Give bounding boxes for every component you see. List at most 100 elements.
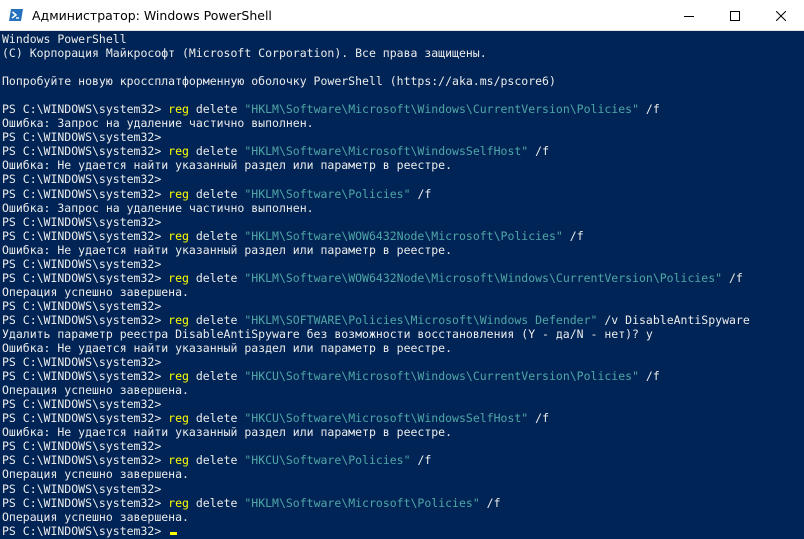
command-switches: /f (479, 495, 501, 510)
console-line: Ошибка: Запрос на удаление частично выпо… (2, 201, 804, 215)
window-controls (666, 0, 804, 31)
output-text: Ошибка: Не удается найти указанный разде… (2, 242, 453, 257)
console-line: Операция успешно завершена. (2, 467, 804, 481)
prompt-text: PS C:\WINDOWS\system32> (2, 270, 169, 285)
output-text: PS C:\WINDOWS\system32> (2, 355, 162, 370)
console-line: PS C:\WINDOWS\system32> reg delete "HKLM… (2, 102, 804, 116)
console-line: PS C:\WINDOWS\system32> reg delete "HKLM… (2, 496, 804, 510)
prompt-text: PS C:\WINDOWS\system32> (2, 144, 169, 159)
console-line: PS C:\WINDOWS\system32> (2, 439, 804, 453)
output-text: PS C:\WINDOWS\system32> (2, 214, 162, 229)
command-name: reg (168, 312, 189, 327)
minimize-button[interactable] (666, 0, 712, 31)
console-line: PS C:\WINDOWS\system32> reg delete "HKCU… (2, 411, 804, 425)
output-text: PS C:\WINDOWS\system32> (2, 439, 162, 454)
window-title: Администратор: Windows PowerShell (32, 7, 272, 23)
command-name: reg (168, 270, 189, 285)
maximize-button[interactable] (712, 0, 758, 31)
command-args: delete (188, 102, 245, 117)
output-text: Операция успешно завершена. (2, 467, 189, 482)
command-name: reg (168, 453, 189, 468)
command-args: delete (188, 411, 245, 426)
prompt-text: PS C:\WINDOWS\system32> (2, 369, 169, 384)
command-name: reg (168, 495, 189, 510)
output-text: Ошибка: Не удается найти указанный разде… (2, 341, 453, 356)
output-text: PS C:\WINDOWS\system32> (2, 397, 162, 412)
command-name: reg (168, 186, 189, 201)
command-args: delete (188, 312, 245, 327)
command-name: reg (168, 102, 189, 117)
console-line: Ошибка: Не удается найти указанный разде… (2, 243, 804, 257)
command-switches: /f (528, 411, 549, 426)
command-name: reg (168, 411, 189, 426)
prompt-text: PS C:\WINDOWS\system32> (2, 312, 169, 327)
powershell-icon (9, 9, 23, 21)
command-switches: /f (410, 453, 432, 468)
console-line: (C) Корпорация Майкрософт (Microsoft Cor… (2, 46, 804, 60)
console-line: PS C:\WINDOWS\system32> (2, 172, 804, 186)
command-switches: /f (639, 369, 660, 384)
console-line: PS C:\WINDOWS\system32> (2, 299, 804, 313)
console-line: PS C:\WINDOWS\system32> (2, 257, 804, 271)
console-line: PS C:\WINDOWS\system32> reg delete "HKCU… (2, 369, 804, 383)
prompt-text: PS C:\WINDOWS\system32> (2, 102, 169, 117)
console-output[interactable]: Windows PowerShell (C) Корпорация Майкрос… (0, 31, 804, 539)
command-name: reg (168, 369, 189, 384)
output-text: (C) Корпорация Майкрософт (Microsoft Cor… (2, 46, 487, 61)
command-args: delete (188, 186, 245, 201)
console-line: PS C:\WINDOWS\system32> (2, 130, 804, 144)
prompt-text: PS C:\WINDOWS\system32> (2, 411, 169, 426)
command-args: delete (188, 270, 245, 285)
console-line: Операция успешно завершена. (2, 383, 804, 397)
output-text: Ошибка: Запрос на удаление частично выпо… (2, 116, 314, 131)
registry-path: "HKCU\Software\Microsoft\WindowsSelfHost… (244, 411, 529, 426)
output-text: Ошибка: Не удается найти указанный разде… (2, 158, 453, 173)
command-switches: /f (639, 102, 660, 117)
output-text: PS C:\WINDOWS\system32> (2, 172, 162, 187)
output-text: PS C:\WINDOWS\system32> (2, 130, 162, 145)
prompt-text: PS C:\WINDOWS\system32> (2, 523, 169, 538)
console-line: PS C:\WINDOWS\system32> reg delete "HKLM… (2, 229, 804, 243)
command-args: delete (188, 369, 245, 384)
command-switches: /f (528, 144, 549, 159)
command-args: delete (188, 453, 245, 468)
command-args: delete (188, 228, 245, 243)
console-line: PS C:\WINDOWS\system32> (2, 482, 804, 496)
command-args: delete (188, 495, 245, 510)
command-switches: /f (562, 228, 584, 243)
console-line: Ошибка: Не удается найти указанный разде… (2, 158, 804, 172)
console-line: PS C:\WINDOWS\system32> reg delete "HKLM… (2, 271, 804, 285)
command-name: reg (168, 228, 189, 243)
title-bar[interactable]: Администратор: Windows PowerShell (0, 0, 804, 31)
console-line: Ошибка: Не удается найти указанный разде… (2, 341, 804, 355)
output-text: Операция успешно завершена. (2, 509, 189, 524)
registry-path: "HKLM\SOFTWARE\Policies\Microsoft\Window… (244, 312, 598, 327)
console-line: PS C:\WINDOWS\system32> (2, 397, 804, 411)
prompt-text: PS C:\WINDOWS\system32> (2, 186, 169, 201)
console-line: PS C:\WINDOWS\system32> reg delete "HKCU… (2, 453, 804, 467)
registry-path: "HKCU\Software\Microsoft\Windows\Current… (244, 369, 639, 384)
console-line: Попробуйте новую кроссплатформенную обол… (2, 74, 804, 88)
prompt-text: PS C:\WINDOWS\system32> (2, 495, 169, 510)
output-text: Операция успешно завершена. (2, 284, 189, 299)
close-button[interactable] (758, 0, 804, 31)
command-switches: /f (722, 270, 743, 285)
output-text: Ошибка: Запрос на удаление частично выпо… (2, 200, 314, 215)
output-text: Попробуйте новую кроссплатформенную обол… (2, 74, 556, 89)
registry-path: "HKLM\Software\Microsoft\WindowsSelfHost… (244, 144, 529, 159)
console-line: Удалить параметр реестра DisableAntiSpyw… (2, 327, 804, 341)
command-args: delete (188, 144, 245, 159)
output-text: PS C:\WINDOWS\system32> (2, 298, 162, 313)
prompt-text: PS C:\WINDOWS\system32> (2, 453, 169, 468)
console-line: PS C:\WINDOWS\system32> reg delete "HKLM… (2, 144, 804, 158)
console-line: Операция успешно завершена. (2, 285, 804, 299)
console-line: Ошибка: Запрос на удаление частично выпо… (2, 116, 804, 130)
minimize-icon (684, 15, 694, 17)
console-line: PS C:\WINDOWS\system32> (2, 524, 804, 538)
console-line: Ошибка: Не удается найти указанный разде… (2, 425, 804, 439)
close-icon (776, 10, 786, 21)
console-line: PS C:\WINDOWS\system32> reg delete "HKLM… (2, 313, 804, 327)
registry-path: "HKLM\Software\Microsoft\Windows\Current… (244, 102, 639, 117)
registry-path: "HKLM\Software\Policies" (244, 186, 411, 201)
